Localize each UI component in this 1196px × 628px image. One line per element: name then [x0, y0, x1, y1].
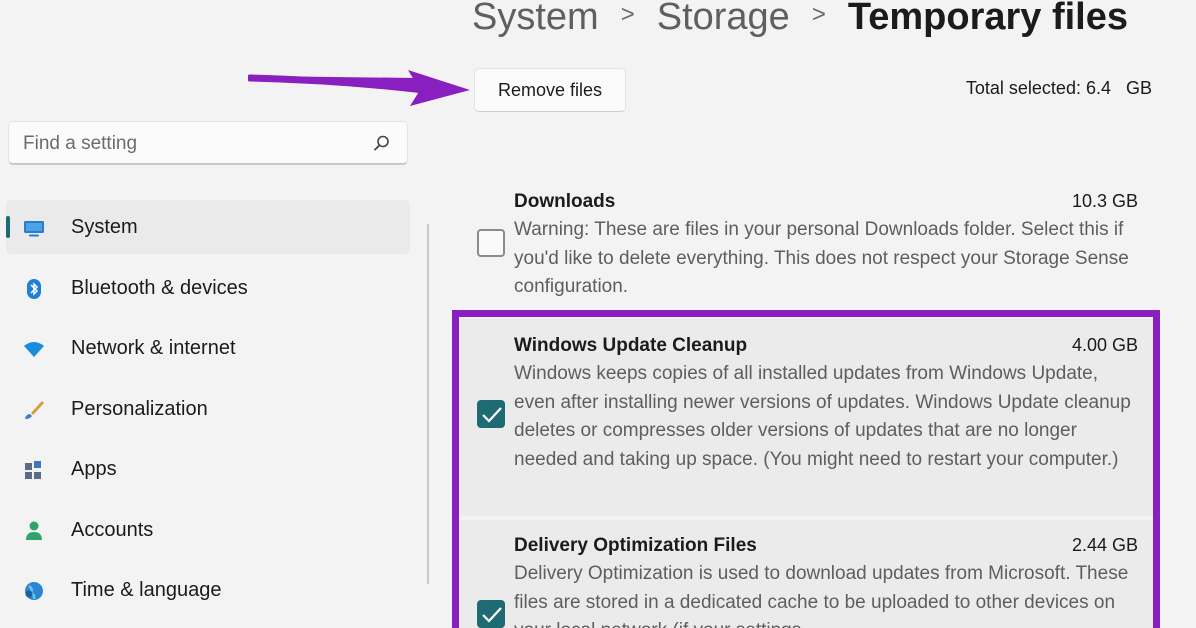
- breadcrumb-separator: >: [620, 1, 635, 28]
- breadcrumb: System > Storage > Temporary files: [472, 0, 1128, 40]
- item-description: Warning: These are files in your persona…: [514, 219, 1129, 297]
- remove-files-button[interactable]: Remove files: [474, 68, 626, 112]
- sidebar-item-bluetooth[interactable]: Bluetooth & devices: [6, 261, 410, 315]
- delivery-optimization-checkbox[interactable]: [477, 600, 505, 628]
- total-selected: Total selected: 6.4 GB: [965, 78, 1152, 98]
- search-box[interactable]: [8, 121, 408, 165]
- sidebar-item-personalization[interactable]: Personalization: [6, 382, 410, 436]
- brush-icon: [25, 400, 44, 419]
- wifi-icon: [24, 342, 44, 357]
- bluetooth-icon: [27, 278, 41, 299]
- item-size: 10.3 GB: [1071, 191, 1138, 211]
- sidebar-item-apps[interactable]: Apps: [6, 442, 410, 496]
- search-icon[interactable]: [373, 134, 391, 152]
- item-size: 2.44 GB: [1071, 535, 1138, 555]
- breadcrumb-storage[interactable]: Storage: [657, 0, 790, 40]
- list-item-delivery-optimization: Delivery Optimization Files 2.44 GB Deli…: [460, 520, 1154, 628]
- sidebar-item-label: Accounts: [71, 518, 154, 541]
- item-title: Delivery Optimization Files: [514, 535, 757, 556]
- item-description: Delivery Optimization is used to downloa…: [514, 563, 1129, 628]
- checkmark-icon: [482, 407, 502, 423]
- sidebar-item-label: Bluetooth & devices: [71, 276, 248, 299]
- sidebar-item-label: Personalization: [71, 397, 208, 420]
- sidebar-item-label: Time & language: [71, 579, 222, 601]
- person-icon: [26, 521, 42, 540]
- sidebar-item-network[interactable]: Network & internet: [6, 321, 410, 375]
- checkmark-icon: [482, 607, 502, 623]
- breadcrumb-separator: >: [811, 1, 826, 28]
- sidebar-item-time-language[interactable]: Time & language: [6, 563, 410, 617]
- sidebar-item-accounts[interactable]: Accounts: [6, 503, 410, 557]
- globe-icon: [25, 582, 43, 600]
- item-description: Windows keeps copies of all installed up…: [514, 363, 1131, 470]
- breadcrumb-system[interactable]: System: [472, 0, 599, 40]
- sidebar-item-system[interactable]: System: [6, 200, 410, 254]
- downloads-checkbox[interactable]: [477, 229, 505, 257]
- apps-icon: [25, 461, 41, 479]
- item-title: Windows Update Cleanup: [514, 335, 748, 356]
- page-title: Temporary files: [847, 0, 1129, 38]
- system-icon: [24, 221, 44, 237]
- sidebar-item-label: Network & internet: [71, 337, 236, 359]
- item-size: 4.00 GB: [1071, 335, 1138, 355]
- selection-indicator: [6, 216, 10, 238]
- sidebar-item-label: System: [71, 216, 138, 238]
- sidebar-item-label: Apps: [71, 458, 117, 480]
- sidebar: System Bluetooth & devices Network & int…: [0, 200, 410, 624]
- scroll-divider: [427, 224, 429, 584]
- search-input[interactable]: [21, 130, 365, 158]
- windows-update-cleanup-checkbox[interactable]: [477, 400, 505, 428]
- list-item-downloads: Downloads 10.3 GB Warning: These are fil…: [460, 186, 1154, 310]
- annotation-arrow-icon: [248, 70, 470, 106]
- item-title: Downloads: [514, 191, 616, 212]
- settings-window: System > Storage > Temporary files Remov…: [0, 0, 1196, 628]
- list-item-windows-update-cleanup: Windows Update Cleanup 4.00 GB Windows k…: [460, 318, 1154, 516]
